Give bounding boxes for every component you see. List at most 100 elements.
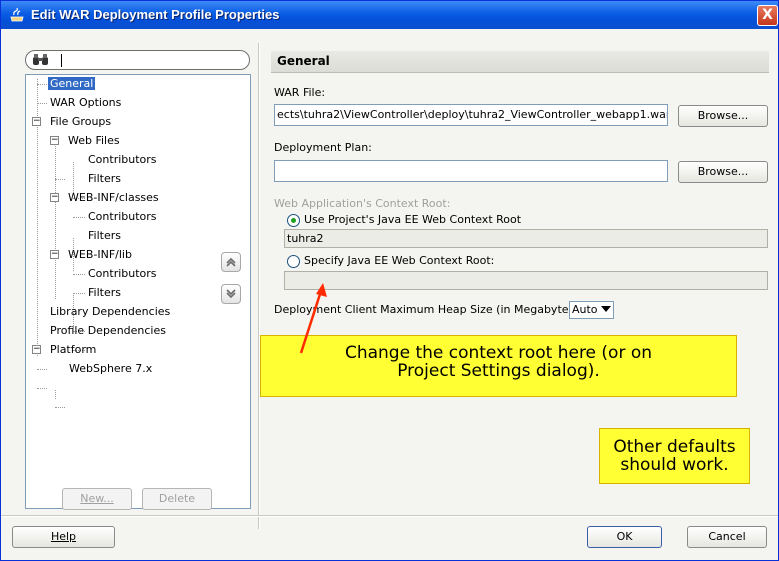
help-button[interactable]: Help [12,526,115,548]
browse-war-button[interactable]: Browse... [678,105,768,127]
tree-item-label: Contributors [88,267,157,280]
move-up-button[interactable] [221,252,241,272]
close-button[interactable]: X [757,5,778,26]
tree-item-label: Contributors [88,153,157,166]
tree-item-label: Contributors [88,210,157,223]
tree-item-classes-contributors[interactable]: Contributors [87,208,158,226]
war-file-field[interactable]: ects\tuhra2\ViewController\deploy\tuhra2… [274,104,668,126]
footer-divider [1,515,778,517]
dropdown-arrow-icon [601,306,611,312]
collapse-icon[interactable]: − [32,117,41,126]
heap-size-select[interactable]: Auto [569,301,614,319]
tree-item-label: Web Files [68,134,120,147]
tree-item-lib-contributors[interactable]: Contributors [87,265,158,283]
delete-button[interactable]: Delete [142,488,212,510]
cancel-button[interactable]: Cancel [687,526,767,548]
panel-divider [258,43,260,529]
help-button-label: Help [50,530,77,543]
coffee-cup-icon [10,7,24,22]
tree-item-war-options[interactable]: WAR Options [49,94,122,112]
binoculars-icon [33,54,48,65]
deployment-plan-field[interactable] [274,160,668,182]
context-root-label: Web Application's Context Root: [274,197,451,210]
navigation-tree[interactable]: General WAR Options − File Groups − Web … [25,74,251,509]
tree-guide [55,390,56,399]
tree-guide [37,84,47,85]
callout-line: should work. [620,455,729,475]
new-button[interactable]: New... [62,488,132,510]
tree-item-label: File Groups [50,115,112,128]
tree-guide [73,293,85,294]
search-input[interactable] [54,52,244,68]
chevron-up-icon [226,257,236,267]
tree-item-web-files[interactable]: Web Files [67,132,121,150]
tree-item-web-files-filters[interactable]: Filters [87,170,122,188]
delete-button-label: Delete [158,492,196,505]
window-title: Edit WAR Deployment Profile Properties [31,7,280,22]
specify-root-radio[interactable] [287,255,300,268]
tree-guide [55,179,65,180]
move-down-button[interactable] [221,284,241,304]
browse-button-label: Browse... [697,165,749,178]
tree-guide [73,274,85,275]
text-cursor [61,54,62,67]
tree-item-label: WEB-INF/lib [68,248,132,261]
cancel-button-label: Cancel [708,530,746,543]
title-bar[interactable]: Edit WAR Deployment Profile Properties X [1,1,778,29]
tree-item-label: WEB-INF/classes [68,191,159,204]
tree-guide [37,369,47,370]
close-icon: X [762,7,773,23]
search-box[interactable] [25,50,250,70]
tree-item-library-dependencies[interactable]: Library Dependencies [49,303,171,321]
callout-line: Project Settings dialog). [397,361,600,381]
tree-guide [73,217,85,218]
tree-item-websphere[interactable]: WebSphere 7.x [68,360,153,378]
dialog-window: Edit WAR Deployment Profile Properties X [0,0,779,561]
defaults-callout: Other defaults should work. [599,428,750,484]
ok-button[interactable]: OK [587,526,662,548]
new-button-label: New... [80,492,114,505]
callout-arrow [299,283,327,354]
tree-item-label: Filters [88,229,121,242]
tree-item-classes-filters[interactable]: Filters [87,227,122,245]
tree-item-label: Filters [88,172,121,185]
tree-item-platform[interactable]: Platform [49,341,97,359]
tree-item-label: General [48,77,96,90]
tree-guide [55,407,65,408]
ok-button-label: OK [616,530,633,543]
tree-item-general[interactable]: General [48,75,96,93]
collapse-icon[interactable]: − [50,193,59,202]
tree-guide [37,388,47,389]
tree-item-profile-dependencies[interactable]: Profile Dependencies [49,322,167,340]
tree-item-file-groups[interactable]: File Groups [49,113,112,131]
specify-root-field [284,271,768,290]
page-title: General [277,54,330,68]
deployment-plan-label: Deployment Plan: [274,141,372,154]
tree-item-web-inf-classes[interactable]: WEB-INF/classes [67,189,160,207]
specify-root-label: Specify Java EE Web Context Root: [304,254,495,267]
tree-item-web-inf-lib[interactable]: WEB-INF/lib [67,246,133,264]
project-root-field: tuhra2 [284,229,768,248]
collapse-icon[interactable]: − [50,136,59,145]
tree-item-label: WebSphere 7.x [69,362,153,375]
tree-guide [55,143,56,299]
use-project-root-label: Use Project's Java EE Web Context Root [304,213,522,226]
tree-item-label: Filters [88,286,121,299]
callout-line: Other defaults [613,437,736,457]
use-project-root-radio[interactable] [287,214,300,227]
browse-plan-button[interactable]: Browse... [678,161,768,183]
chevron-down-icon [226,289,236,299]
browse-button-label: Browse... [697,109,749,122]
tree-guide [37,103,47,104]
tree-item-label: Platform [50,343,97,356]
heap-size-value: Auto [572,303,598,316]
collapse-icon[interactable]: − [50,250,59,259]
tree-item-web-files-contributors[interactable]: Contributors [87,151,158,169]
tree-item-label: Library Dependencies [50,305,171,318]
tree-item-lib-filters[interactable]: Filters [87,284,122,302]
collapse-icon[interactable]: − [32,345,41,354]
war-file-label: WAR File: [274,86,326,99]
tree-item-label: Profile Dependencies [50,324,166,337]
dialog-body: General WAR Options − File Groups − Web … [1,29,778,560]
section-header: General [271,51,769,73]
